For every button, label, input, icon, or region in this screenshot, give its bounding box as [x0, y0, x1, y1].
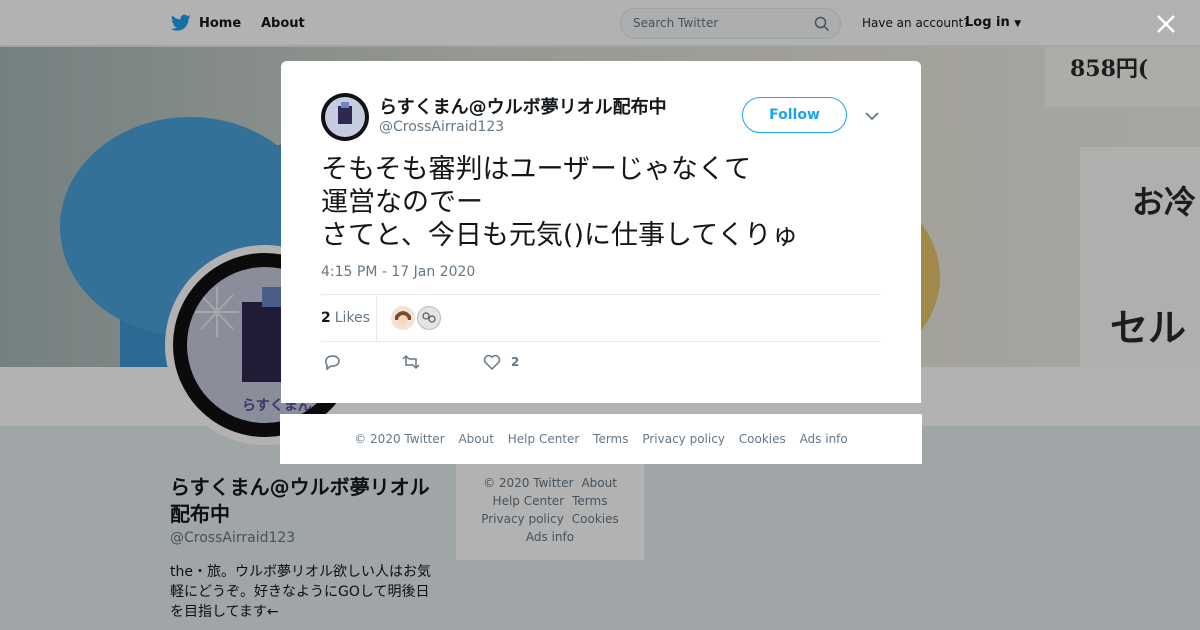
- tweet-author-name[interactable]: らすくまん@ウルボ夢リオル配布中: [379, 93, 667, 119]
- avatar-image: [325, 97, 365, 137]
- follow-button[interactable]: Follow: [742, 97, 847, 133]
- chevron-down-icon[interactable]: [863, 107, 881, 125]
- tweet-stats: 2 Likes: [321, 294, 881, 342]
- likes-stat[interactable]: 2 Likes: [321, 310, 370, 326]
- tweet-actions: 2: [321, 352, 621, 374]
- tweet-timestamp[interactable]: 4:15 PM - 17 Jan 2020: [321, 264, 475, 280]
- retweet-button[interactable]: [401, 352, 421, 372]
- footer-link[interactable]: © 2020 Twitter: [354, 432, 444, 446]
- modal-footer: © 2020 Twitter About Help Center Terms P…: [280, 414, 922, 464]
- tweet-text: そもそも審判はユーザーじゃなくて 運営なのでー さてと、今日も元気()に仕事して…: [321, 154, 799, 251]
- footer-link[interactable]: Help Center: [508, 432, 580, 446]
- footer-link[interactable]: Terms: [593, 432, 628, 446]
- likes-label: Likes: [334, 310, 370, 326]
- liker-avatar[interactable]: [391, 306, 415, 330]
- retweet-icon: [402, 354, 420, 370]
- like-count: 2: [511, 355, 520, 369]
- tweet-author-handle[interactable]: @CrossAirraid123: [379, 119, 504, 135]
- heart-icon: [483, 354, 501, 371]
- like-button[interactable]: 2: [483, 352, 519, 372]
- footer-link[interactable]: Cookies: [739, 432, 786, 446]
- stats-divider: [376, 295, 377, 341]
- tweet-modal: らすくまん@ウルボ夢リオル配布中 @CrossAirraid123 Follow…: [281, 61, 921, 403]
- likes-count: 2: [321, 310, 331, 326]
- footer-link[interactable]: Privacy policy: [642, 432, 725, 446]
- reply-icon: [325, 355, 340, 371]
- footer-link[interactable]: Ads info: [800, 432, 848, 446]
- avatar-art-icon: [338, 102, 352, 124]
- tweet-author-avatar[interactable]: [321, 93, 369, 141]
- liker-avatar[interactable]: [417, 306, 441, 330]
- footer-link[interactable]: About: [458, 432, 493, 446]
- reply-button[interactable]: [323, 352, 341, 372]
- close-icon[interactable]: [1154, 12, 1178, 36]
